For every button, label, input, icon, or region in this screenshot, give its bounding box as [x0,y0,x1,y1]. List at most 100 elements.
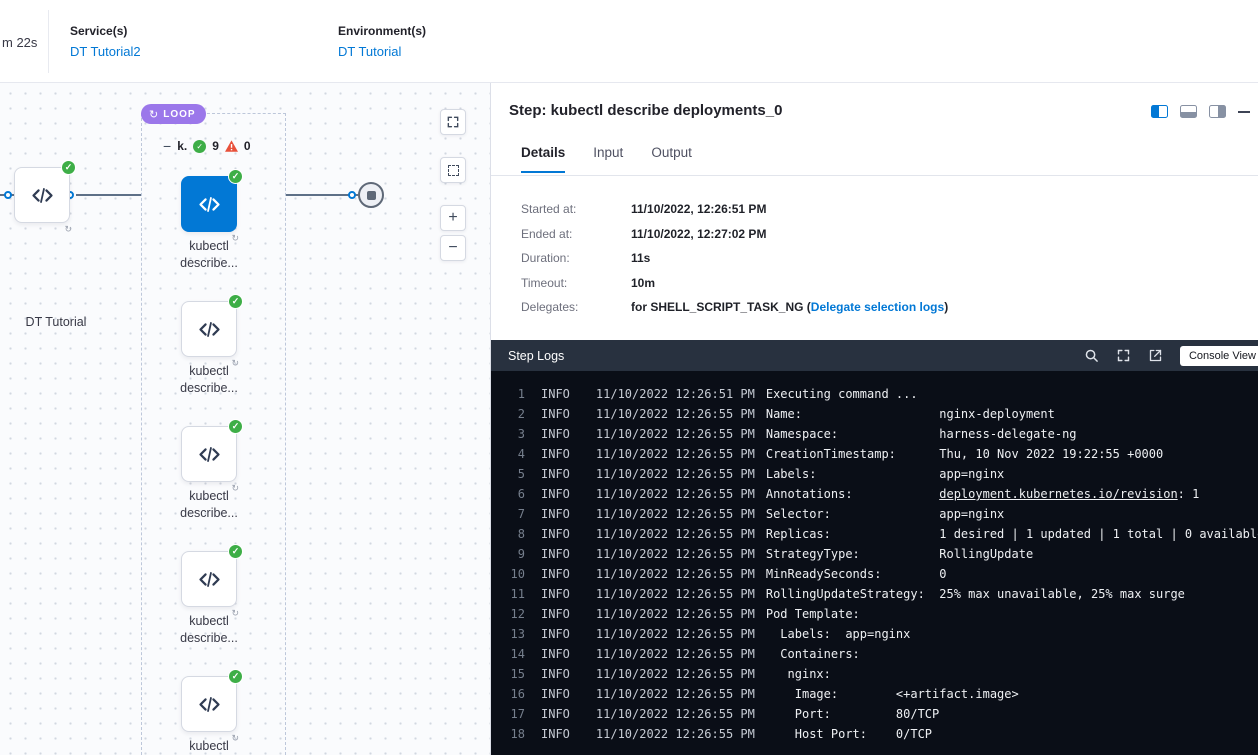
stage-node-box[interactable] [14,167,70,223]
marquee-select-button[interactable] [440,157,466,183]
log-message: StrategyType: RollingUpdate [766,544,1033,564]
detail-value: 11/10/2022, 12:26:51 PM [631,202,766,216]
log-line-number: 17 [491,704,525,724]
log-line-number: 4 [491,444,525,464]
log-line-number: 8 [491,524,525,544]
log-timestamp: 11/10/2022 12:26:55 PM [596,564,755,584]
log-timestamp: 11/10/2022 12:26:55 PM [596,604,755,624]
step-label: kubectl describe... [157,738,261,755]
expand-icon[interactable] [1116,348,1131,363]
step-node-box[interactable] [181,176,237,232]
minimize-icon[interactable] [1238,111,1250,113]
tab-input[interactable]: Input [593,145,623,173]
log-level: INFO [541,704,570,724]
log-timestamp: 11/10/2022 12:26:55 PM [596,584,755,604]
pipeline-step[interactable]: ✓ ↻ kubectl describe... [181,676,237,732]
detail-label: Started at: [521,202,631,216]
log-line: 16INFO11/10/2022 12:26:55 PM Image: <+ar… [491,684,1258,704]
pipeline-step[interactable]: ✓ ↻ kubectl describe... [181,551,237,607]
environment-link[interactable]: DT Tutorial [338,44,426,59]
log-level: INFO [541,544,570,564]
log-line: 2INFO11/10/2022 12:26:55 PMName: nginx-d… [491,404,1258,424]
log-lines: 1INFO11/10/2022 12:26:51 PMExecuting com… [491,384,1258,744]
detail-label: Timeout: [521,276,631,290]
log-line-number: 13 [491,624,525,644]
success-check-icon: ✓ [228,419,243,434]
log-line-number: 6 [491,484,525,504]
log-level: INFO [541,604,570,624]
code-icon [196,191,223,218]
log-console[interactable]: 1INFO11/10/2022 12:26:51 PMExecuting com… [491,371,1258,755]
log-timestamp: 11/10/2022 12:26:55 PM [596,544,755,564]
step-logs-header: Step Logs Console View [491,340,1258,371]
log-line: 18INFO11/10/2022 12:26:55 PM Host Port: … [491,724,1258,744]
log-message: Image: <+artifact.image> [766,684,1019,704]
log-message: Namespace: harness-delegate-ng [766,424,1077,444]
delegate-selection-logs-link[interactable]: Delegate selection logs [811,300,944,314]
success-check-icon: ✓ [228,294,243,309]
success-check-icon: ✓ [61,160,76,175]
fit-to-screen-button[interactable] [440,109,466,135]
zoom-in-button[interactable]: + [440,205,466,231]
step-node-box[interactable] [181,426,237,482]
stop-icon [367,191,376,200]
step-logs-title: Step Logs [508,349,564,363]
step-node-box[interactable] [181,676,237,732]
detail-label: Ended at: [521,227,631,241]
expand-icon [446,115,460,129]
topbar-divider [48,10,49,73]
step-node-box[interactable] [181,301,237,357]
collapse-icon[interactable]: − [163,140,171,152]
log-line-number: 5 [491,464,525,484]
log-line: 15INFO11/10/2022 12:26:55 PM nginx: [491,664,1258,684]
detail-value: 10m [631,276,655,290]
log-timestamp: 11/10/2022 12:26:55 PM [596,484,755,504]
pipeline-canvas[interactable]: ✓ ↻ DT Tutorial ↻ LOOP − k. ✓ 9 0 [0,83,490,755]
stage-node-dt-tutorial[interactable]: ✓ ↻ DT Tutorial [14,167,70,223]
elapsed-time: m 22s [2,35,37,50]
layout-bottom-panel-icon[interactable] [1180,105,1197,118]
pipeline-end-node[interactable] [358,182,384,208]
log-line-number: 15 [491,664,525,684]
console-view-button[interactable]: Console View [1180,346,1258,366]
step-label: kubectl describe... [157,238,261,272]
log-line-number: 3 [491,424,525,444]
log-timestamp: 11/10/2022 12:26:55 PM [596,524,755,544]
loop-group-header: − k. ✓ 9 0 [163,139,251,153]
open-in-new-icon[interactable] [1148,348,1163,363]
log-timestamp: 11/10/2022 12:26:55 PM [596,724,755,744]
log-line: 4INFO11/10/2022 12:26:55 PMCreationTimes… [491,444,1258,464]
tab-details[interactable]: Details [521,145,565,173]
success-check-icon: ✓ [228,169,243,184]
step-label: kubectl describe... [157,613,261,647]
step-label: kubectl describe... [157,488,261,522]
log-message: Labels: app=nginx [766,624,911,644]
layout-left-panel-icon[interactable] [1151,105,1168,118]
step-detail-tabs: Details Input Output [521,145,692,173]
code-icon [29,182,56,209]
log-level: INFO [541,484,570,504]
log-level: INFO [541,424,570,444]
tab-output[interactable]: Output [651,145,692,173]
pipeline-step[interactable]: ✓ ↻ kubectl describe... [181,301,237,357]
pipeline-step[interactable]: ✓ ↻ kubectl describe... [181,176,237,232]
search-icon[interactable] [1084,348,1099,363]
service-link[interactable]: DT Tutorial2 [70,44,141,59]
log-line: 13INFO11/10/2022 12:26:55 PM Labels: app… [491,624,1258,644]
log-timestamp: 11/10/2022 12:26:55 PM [596,504,755,524]
log-message: Host Port: 0/TCP [766,724,932,744]
layout-right-panel-icon[interactable] [1209,105,1226,118]
step-panel-title: Step: kubectl describe deployments_0 [509,102,782,119]
connector-port [4,191,12,199]
log-level: INFO [541,564,570,584]
log-timestamp: 11/10/2022 12:26:51 PM [596,384,755,404]
zoom-out-button[interactable]: − [440,235,466,261]
log-link[interactable]: deployment.kubernetes.io/revision [939,487,1177,501]
rerun-icon: ↻ [64,224,72,235]
log-line-number: 14 [491,644,525,664]
step-node-box[interactable] [181,551,237,607]
pipeline-step[interactable]: ✓ ↻ kubectl describe... [181,426,237,482]
log-line-number: 9 [491,544,525,564]
log-line-number: 7 [491,504,525,524]
log-timestamp: 11/10/2022 12:26:55 PM [596,684,755,704]
